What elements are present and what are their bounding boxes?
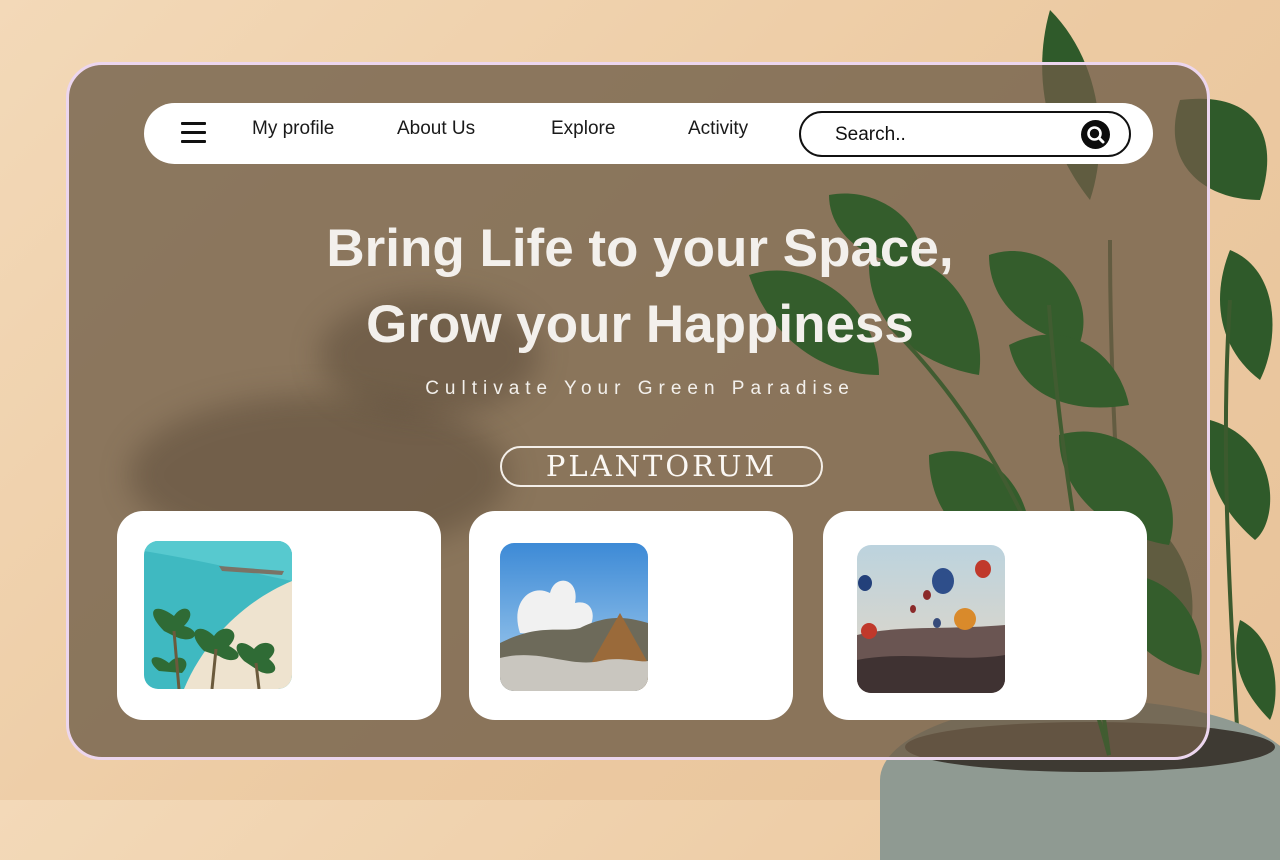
hot-air-balloons-valley-photo (857, 545, 1005, 693)
volcano-smoke-landscape-photo (500, 543, 648, 691)
hero-subtitle: Cultivate Your Green Paradise (425, 378, 855, 399)
destination-card[interactable] (469, 511, 793, 720)
nav-link-explore[interactable]: Explore (551, 118, 615, 140)
hero-title-line-2: Grow your Happiness (366, 295, 914, 354)
tropical-beach-palm-trees-photo (144, 541, 292, 689)
search-input[interactable] (833, 122, 1067, 148)
destination-card[interactable] (117, 511, 441, 720)
nav-link-my-profile[interactable]: My profile (252, 118, 334, 140)
nav-link-about-us[interactable]: About Us (397, 118, 475, 140)
destination-card[interactable] (823, 511, 1147, 720)
hamburger-menu-icon[interactable] (181, 122, 207, 144)
search-icon (1087, 126, 1105, 144)
search-button[interactable] (1081, 120, 1110, 149)
brand-logo-badge[interactable]: PLANTORUM (500, 446, 823, 487)
nav-link-activity[interactable]: Activity (688, 118, 748, 140)
hero-title-line-1: Bring Life to your Space, (326, 219, 954, 278)
search-bar (799, 111, 1131, 157)
